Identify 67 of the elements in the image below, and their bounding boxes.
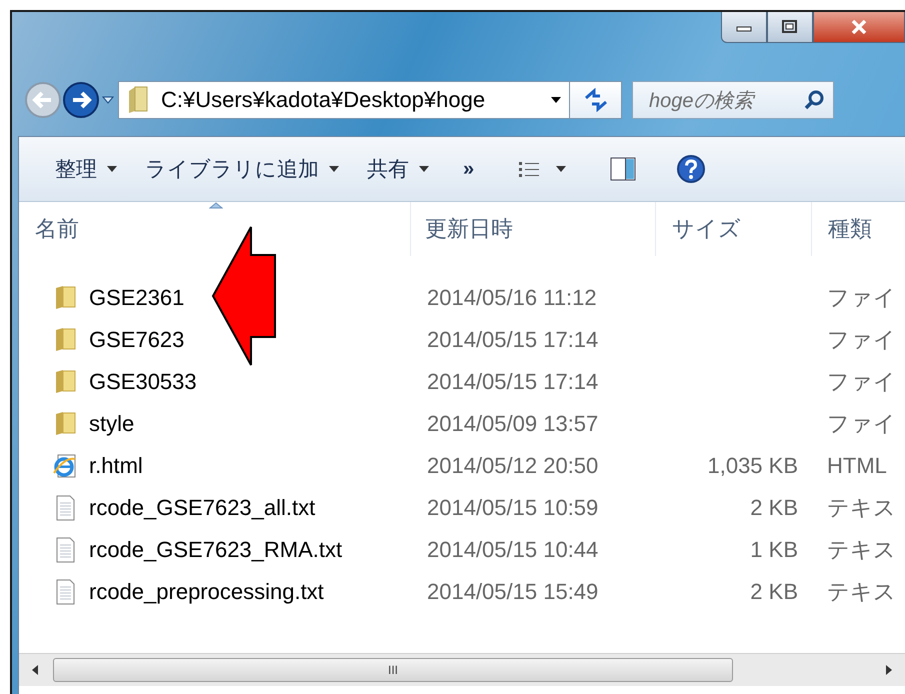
caret-icon[interactable] [551, 97, 561, 103]
file-type: ファイ [827, 284, 896, 312]
file-name[interactable]: rcode_preprocessing.txt [89, 579, 324, 605]
file-name[interactable]: rcode_GSE7623_all.txt [89, 495, 316, 521]
file-type: ファイ [827, 326, 896, 354]
date-modified: 2014/05/09 13:57 [427, 411, 598, 437]
file-name[interactable]: style [89, 411, 134, 437]
file-type: ファイ [827, 368, 896, 396]
more-button[interactable]: » [443, 149, 494, 189]
address-path: C:¥Users¥kadota¥Desktop¥hoge [161, 87, 486, 113]
arrow-icon [211, 225, 277, 367]
file-size: 1,035 KB [707, 453, 798, 479]
file-name[interactable]: GSE7623 [89, 327, 184, 353]
date-modified: 2014/05/15 15:49 [427, 579, 598, 605]
folder-icon [53, 327, 77, 353]
folder-icon [53, 285, 77, 311]
file-name[interactable]: rcode_GSE7623_RMA.txt [89, 537, 342, 563]
date-modified: 2014/05/16 11:12 [427, 285, 597, 311]
horizontal-scrollbar[interactable]: III [19, 653, 905, 686]
scroll-right-icon[interactable] [885, 665, 893, 675]
file-size: 2 KB [750, 579, 798, 605]
list-view-icon [518, 160, 540, 178]
maximize-button[interactable] [767, 12, 813, 43]
refresh-icon[interactable] [582, 88, 608, 112]
scroll-thumb[interactable]: III [53, 658, 733, 682]
help-icon[interactable] [676, 154, 706, 184]
scroll-left-icon[interactable] [31, 665, 39, 675]
maximize-icon [782, 20, 798, 34]
caret-icon [329, 166, 339, 172]
file-size: 1 KB [750, 537, 798, 563]
dropdown-icon[interactable] [102, 96, 114, 104]
folder-icon [53, 369, 77, 395]
search-field[interactable]: hogeの検索 [632, 81, 834, 119]
file-name[interactable]: GSE30533 [89, 369, 197, 395]
refresh-button[interactable] [570, 81, 622, 119]
search-icon[interactable] [803, 89, 825, 111]
forward-icon[interactable] [62, 81, 100, 119]
date-modified: 2014/05/15 17:14 [427, 369, 598, 395]
file-type: HTML [827, 453, 887, 479]
close-button[interactable] [813, 12, 905, 43]
date-modified: 2014/05/15 10:59 [427, 495, 598, 521]
file-size: 2 KB [750, 495, 798, 521]
date-modified: 2014/05/15 17:14 [427, 327, 598, 353]
file-type: テキス [827, 536, 896, 564]
browser-icon [53, 453, 77, 479]
file-name[interactable]: r.html [89, 453, 143, 479]
column-header[interactable]: 更新日時 [411, 202, 656, 256]
date-modified: 2014/05/15 10:44 [427, 537, 598, 563]
column-header[interactable]: 種類 [812, 202, 905, 256]
file-type: ファイ [827, 410, 896, 438]
column-header[interactable]: サイズ [656, 202, 812, 256]
caret-icon [556, 166, 566, 172]
minimize-button[interactable] [721, 12, 767, 43]
file-type: テキス [827, 578, 896, 606]
file-type: テキス [827, 494, 896, 522]
caret-icon [419, 166, 429, 172]
close-icon [850, 20, 868, 34]
file-name[interactable]: GSE2361 [89, 285, 184, 311]
folder-icon [53, 411, 77, 437]
date-modified: 2014/05/12 20:50 [427, 453, 598, 479]
menu-button[interactable]: ライブラリに追加 [131, 149, 353, 189]
address-bar[interactable]: C:¥Users¥kadota¥Desktop¥hoge [118, 81, 570, 119]
menu-button[interactable]: 共有 [353, 149, 443, 189]
preview-pane-icon[interactable] [610, 157, 636, 181]
folder-icon [127, 85, 149, 115]
menu-button[interactable]: 整理 [41, 149, 131, 189]
caret-icon [107, 166, 117, 172]
